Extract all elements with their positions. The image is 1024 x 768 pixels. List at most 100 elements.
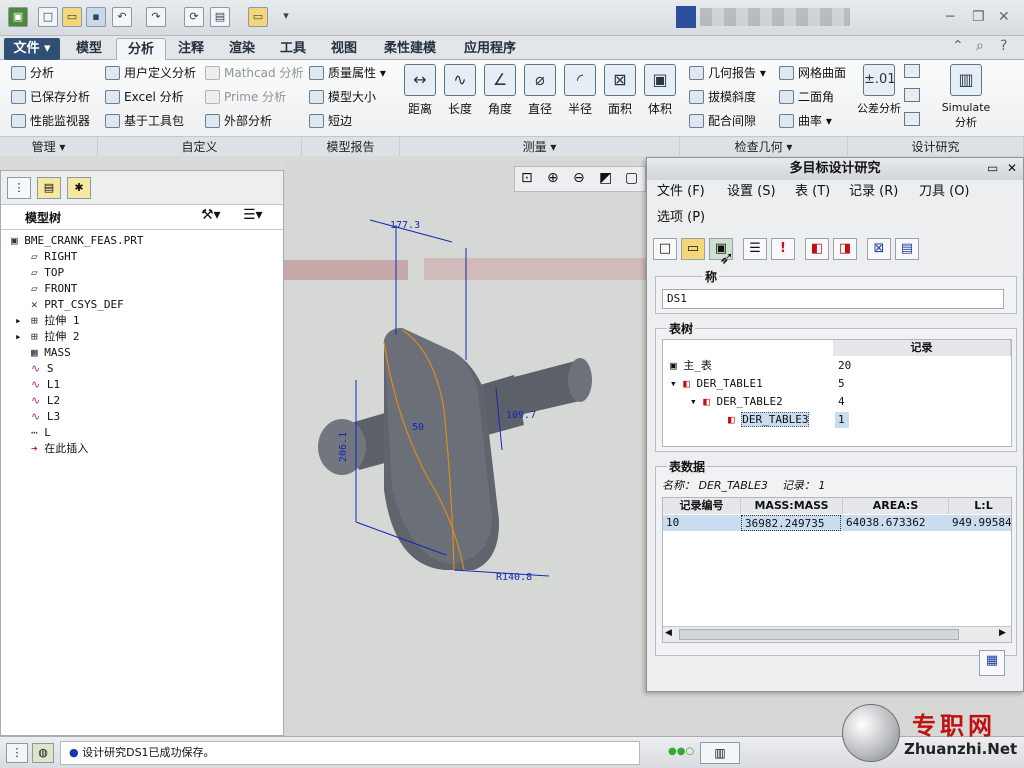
design-study-icon-3[interactable] <box>904 112 920 126</box>
short-edge-button[interactable]: 短边 <box>308 111 352 131</box>
model-size-button[interactable]: 模型大小 <box>308 87 376 107</box>
prime-analysis-button[interactable]: Prime 分析 <box>204 87 286 107</box>
column-area[interactable]: AREA:S <box>843 498 949 514</box>
open-folder-icon[interactable]: ▭ <box>62 7 82 27</box>
dim-label-angle[interactable]: 50 <box>412 422 424 433</box>
tree-item[interactable]: ▸ ⊞ 拉伸 2 <box>1 329 80 345</box>
tree-item[interactable]: ▱ RIGHT <box>1 249 77 265</box>
tolerance-analysis-button[interactable]: ±.01 公差分析 <box>856 64 902 116</box>
tree-item[interactable]: ▦ MASS <box>1 345 71 361</box>
tree-row-der-table2[interactable]: ▾ ◧ DER_TABLE2 <box>687 394 827 410</box>
length-button[interactable]: ∿ 长度 <box>440 64 480 117</box>
column-l[interactable]: L:L <box>949 498 1011 514</box>
tree-item[interactable]: ▣ BME_CRANK_FEAS.PRT <box>1 233 143 249</box>
dihedral-angle-button[interactable]: 二面角 <box>778 87 834 107</box>
expand-icon[interactable]: ▾ <box>690 395 703 408</box>
expand-icon[interactable]: ▸ <box>15 313 22 329</box>
tab-view[interactable]: 视图 <box>320 38 368 60</box>
help-icon[interactable]: ? <box>1000 38 1007 54</box>
analysis-button[interactable]: 分析 <box>10 63 54 83</box>
run-icon[interactable]: ! <box>771 238 795 260</box>
scrollbar-thumb[interactable] <box>679 629 959 640</box>
expand-icon[interactable]: ▾ <box>670 377 683 390</box>
dim-label-top[interactable]: 177.3 <box>390 220 420 231</box>
external-analysis-button[interactable]: 外部分析 <box>204 111 272 131</box>
tree-item[interactable]: ∿ L3 <box>1 409 60 425</box>
dialog-close-icon[interactable]: ✕ <box>1007 161 1017 175</box>
menu-record[interactable]: 记录 (R) <box>849 182 898 202</box>
model-tree-tab-icon[interactable]: ⋮ <box>7 177 31 199</box>
draft-button[interactable]: 拔模斜度 <box>688 87 756 107</box>
graph-icon[interactable]: ⊠ <box>867 238 891 260</box>
group-measure[interactable]: 测量 ▾ <box>400 136 680 156</box>
menu-tools[interactable]: 刀具 (O) <box>919 182 970 202</box>
tree-item[interactable]: ➔ 在此插入 <box>1 441 88 457</box>
cell-area[interactable]: 64038.673362 <box>843 515 947 531</box>
windows-icon[interactable]: ▤ <box>210 7 230 27</box>
tab-analysis[interactable]: 分析 <box>116 38 166 60</box>
dim-label-radius[interactable]: R140.8 <box>496 572 532 583</box>
mathcad-analysis-button[interactable]: Mathcad 分析 <box>204 63 303 83</box>
regenerate-icon[interactable]: ⟳ <box>184 7 204 27</box>
list-icon[interactable]: ☰ <box>743 238 767 260</box>
menu-table[interactable]: 表 (T) <box>795 182 830 202</box>
minimize-icon[interactable]: ─ <box>946 9 954 25</box>
cell-l[interactable]: 949.995848 <box>949 515 1011 531</box>
tab-flexible-modeling[interactable]: 柔性建模 <box>372 38 448 60</box>
derive-chart-icon[interactable]: ◨ <box>833 238 857 260</box>
close-window-icon[interactable]: ▭ <box>248 7 268 27</box>
new-file-icon[interactable]: □ <box>38 7 58 27</box>
distance-button[interactable]: ↔ 距离 <box>400 64 440 117</box>
derive-table-icon[interactable]: ◧ <box>805 238 829 260</box>
dialog-minimize-icon[interactable]: ▭ <box>987 161 998 175</box>
group-manage[interactable]: 管理 ▾ <box>0 136 98 156</box>
selection-filter-icon[interactable]: ▥ <box>700 742 740 764</box>
close-icon[interactable]: ✕ <box>998 9 1010 25</box>
menu-options[interactable]: 选项 (P) <box>657 208 705 228</box>
browser-toggle-icon[interactable]: ◍ <box>32 743 54 763</box>
tree-item[interactable]: ∿ L1 <box>1 377 60 393</box>
tab-file[interactable]: 文件 ▾ <box>4 38 60 60</box>
cell-record-number[interactable]: 10 <box>663 515 739 531</box>
navigator-toggle-icon[interactable]: ⋮ <box>6 743 28 763</box>
tree-row-der-table3[interactable]: ◧ DER_TABLE3 <box>725 412 827 428</box>
scroll-left-icon[interactable]: ◀ <box>665 628 672 638</box>
tab-tools[interactable]: 工具 <box>270 38 316 60</box>
collapse-ribbon-icon[interactable]: ⌃ <box>952 38 964 54</box>
new-study-icon[interactable]: □ <box>653 238 677 260</box>
dim-label-height[interactable]: 109.7 <box>506 410 536 421</box>
geometry-report-button[interactable]: 几何报告 ▾ <box>688 63 766 83</box>
design-study-icon-1[interactable] <box>904 64 920 78</box>
menu-settings[interactable]: 设置 (S) <box>727 182 776 202</box>
expand-icon[interactable]: ▸ <box>15 329 22 345</box>
tree-item[interactable]: ▱ TOP <box>1 265 64 281</box>
menu-file[interactable]: 文件 (F) <box>657 182 705 202</box>
export-icon[interactable]: ▤ <box>895 238 919 260</box>
tree-row-der-table1[interactable]: ▾ ◧ DER_TABLE1 <box>667 376 827 392</box>
save-icon[interactable]: ▪ <box>86 7 106 27</box>
tree-item[interactable]: ▸ ⊞ 拉伸 1 <box>1 313 80 329</box>
mass-properties-button[interactable]: 质量属性 ▾ <box>308 63 386 83</box>
tab-render[interactable]: 渲染 <box>218 38 266 60</box>
diameter-button[interactable]: ⌀ 直径 <box>520 64 560 117</box>
tab-applications[interactable]: 应用程序 <box>452 38 528 60</box>
area-button[interactable]: ⊠ 面积 <box>600 64 640 117</box>
group-inspect-geometry[interactable]: 检查几何 ▾ <box>680 136 848 156</box>
horizontal-scrollbar[interactable]: ◀ ▶ <box>663 626 1011 642</box>
tab-model[interactable]: 模型 <box>64 38 114 60</box>
app-logo-icon[interactable]: ▣ <box>8 7 28 27</box>
search-icon[interactable]: ⌕ <box>976 38 984 54</box>
column-record-number[interactable]: 记录编号 <box>663 498 741 514</box>
tree-item[interactable]: ∿ S <box>1 361 53 377</box>
customize-toolbar-icon[interactable]: ▾ <box>276 7 296 27</box>
design-study-icon-2[interactable] <box>904 88 920 102</box>
tree-row-main[interactable]: ▣ 主_表 <box>667 358 827 374</box>
mesh-surface-button[interactable]: 网格曲面 <box>778 63 846 83</box>
curvature-button[interactable]: 曲率 ▾ <box>778 111 832 131</box>
tree-item[interactable]: ✕ PRT_CSYS_DEF <box>1 297 124 313</box>
angle-button[interactable]: ∠ 角度 <box>480 64 520 117</box>
user-defined-analysis-button[interactable]: 用户定义分析 <box>104 63 196 83</box>
folder-browser-tab-icon[interactable]: ▤ <box>37 177 61 199</box>
tree-item[interactable]: ∿ L2 <box>1 393 60 409</box>
restore-icon[interactable]: ❐ <box>972 9 985 25</box>
